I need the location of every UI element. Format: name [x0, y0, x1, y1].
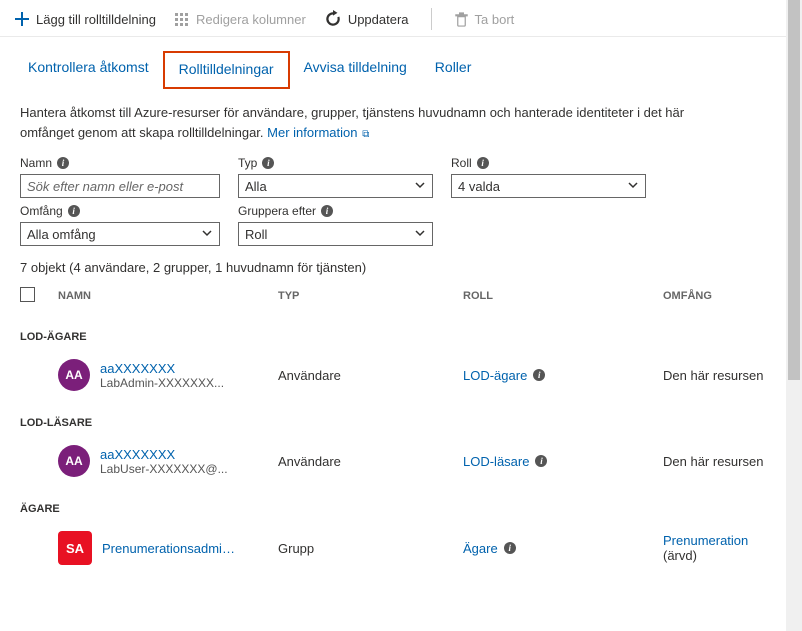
avatar: AA	[58, 445, 90, 477]
delete-button[interactable]: Ta bort	[454, 12, 515, 27]
add-label: Lägg till rolltilldelning	[36, 12, 156, 27]
trash-icon	[454, 12, 469, 27]
scope-filter-label: Omfång	[20, 204, 220, 218]
groupby-filter-label: Gruppera efter	[238, 204, 433, 218]
info-icon[interactable]	[68, 205, 80, 217]
principal-name-link[interactable]: Prenumerationsadmini...	[102, 541, 242, 556]
avatar: AA	[58, 359, 90, 391]
edit-columns-button[interactable]: Redigera kolumner	[174, 11, 306, 27]
chevron-down-icon	[414, 179, 426, 194]
principal-name-link[interactable]: aaXXXXXXX	[100, 447, 228, 462]
role-filter-select[interactable]: 4 valda	[451, 174, 646, 198]
role-link[interactable]: LOD-ägare	[463, 368, 527, 383]
table-row[interactable]: AA aaXXXXXXXLabUser-XXXXXXX@... AnvändareL…	[0, 437, 802, 485]
scope-cell: Prenumeration (ärvd)	[663, 533, 782, 563]
table-row[interactable]: SA Prenumerationsadmini... GruppÄgare Pren…	[0, 523, 802, 573]
refresh-button[interactable]: Uppdatera	[324, 10, 409, 28]
toolbar: Lägg till rolltilldelning Redigera kolum…	[0, 0, 802, 37]
col-role[interactable]: ROLL	[463, 290, 663, 302]
group-header: LOD-ÄGARE	[0, 313, 802, 351]
principal-sub: LabAdmin-XXXXXXX...	[100, 376, 224, 390]
table-header: NAMN TYP ROLL OMFÅNG	[0, 279, 802, 313]
info-icon[interactable]	[321, 205, 333, 217]
filters-row-1: Namn Typ Alla Roll 4 valda	[0, 142, 802, 198]
group-header: ÄGARE	[0, 485, 802, 523]
group-header: LOD-LÄSARE	[0, 399, 802, 437]
groupby-filter-select[interactable]: Roll	[238, 222, 433, 246]
plus-icon	[14, 11, 30, 27]
result-summary: 7 objekt (4 användare, 2 grupper, 1 huvu…	[0, 246, 802, 279]
col-type[interactable]: TYP	[278, 290, 463, 302]
info-icon[interactable]	[262, 157, 274, 169]
name-filter-input[interactable]	[20, 174, 220, 198]
tab-check-access[interactable]: Kontrollera åtkomst	[14, 51, 163, 89]
avatar: SA	[58, 531, 92, 565]
name-filter-label: Namn	[20, 156, 220, 170]
info-icon[interactable]	[533, 369, 545, 381]
chevron-down-icon	[627, 179, 639, 194]
info-icon[interactable]	[504, 542, 516, 554]
info-icon[interactable]	[535, 455, 547, 467]
type-cell: Grupp	[278, 541, 463, 556]
scrollbar[interactable]	[786, 0, 802, 631]
tab-deny-assignments[interactable]: Avvisa tilldelning	[290, 51, 421, 89]
col-scope[interactable]: OMFÅNG	[663, 290, 782, 302]
principal-name-link[interactable]: aaXXXXXXX	[100, 361, 224, 376]
refresh-icon	[324, 10, 342, 28]
edit-columns-label: Redigera kolumner	[196, 12, 306, 27]
divider	[431, 8, 432, 30]
tab-roles[interactable]: Roller	[421, 51, 486, 89]
type-filter-select[interactable]: Alla	[238, 174, 433, 198]
chevron-down-icon	[414, 227, 426, 242]
refresh-label: Uppdatera	[348, 12, 409, 27]
info-icon[interactable]	[477, 157, 489, 169]
external-link-icon: ⧉	[359, 129, 369, 140]
filters-row-2: Omfång Alla omfång Gruppera efter Roll	[0, 198, 802, 246]
role-filter-label: Roll	[451, 156, 646, 170]
scrollbar-thumb[interactable]	[788, 0, 800, 380]
principal-sub: LabUser-XXXXXXX@...	[100, 462, 228, 476]
scope-filter-select[interactable]: Alla omfång	[20, 222, 220, 246]
select-all-checkbox[interactable]	[20, 287, 35, 302]
role-link[interactable]: LOD-läsare	[463, 454, 529, 469]
more-info-link[interactable]: Mer information ⧉	[267, 125, 369, 140]
scope-cell: Den här resursen	[663, 454, 782, 469]
table-row[interactable]: AA aaXXXXXXXLabAdmin-XXXXXXX... AnvändareL…	[0, 351, 802, 399]
tab-role-assignments[interactable]: Rolltilldelningar	[163, 51, 290, 89]
type-cell: Användare	[278, 368, 463, 383]
delete-label: Ta bort	[475, 12, 515, 27]
info-icon[interactable]	[57, 157, 69, 169]
scope-cell: Den här resursen	[663, 368, 782, 383]
chevron-down-icon	[201, 227, 213, 242]
scope-link[interactable]: Prenumeration	[663, 533, 748, 548]
columns-icon	[174, 11, 190, 27]
type-cell: Användare	[278, 454, 463, 469]
add-role-assignment-button[interactable]: Lägg till rolltilldelning	[14, 11, 156, 27]
col-name[interactable]: NAMN	[58, 290, 278, 302]
type-filter-label: Typ	[238, 156, 433, 170]
role-link[interactable]: Ägare	[463, 541, 498, 556]
tabs: Kontrollera åtkomst Rolltilldelningar Av…	[0, 37, 802, 89]
description: Hantera åtkomst till Azure-resurser för …	[0, 89, 740, 142]
